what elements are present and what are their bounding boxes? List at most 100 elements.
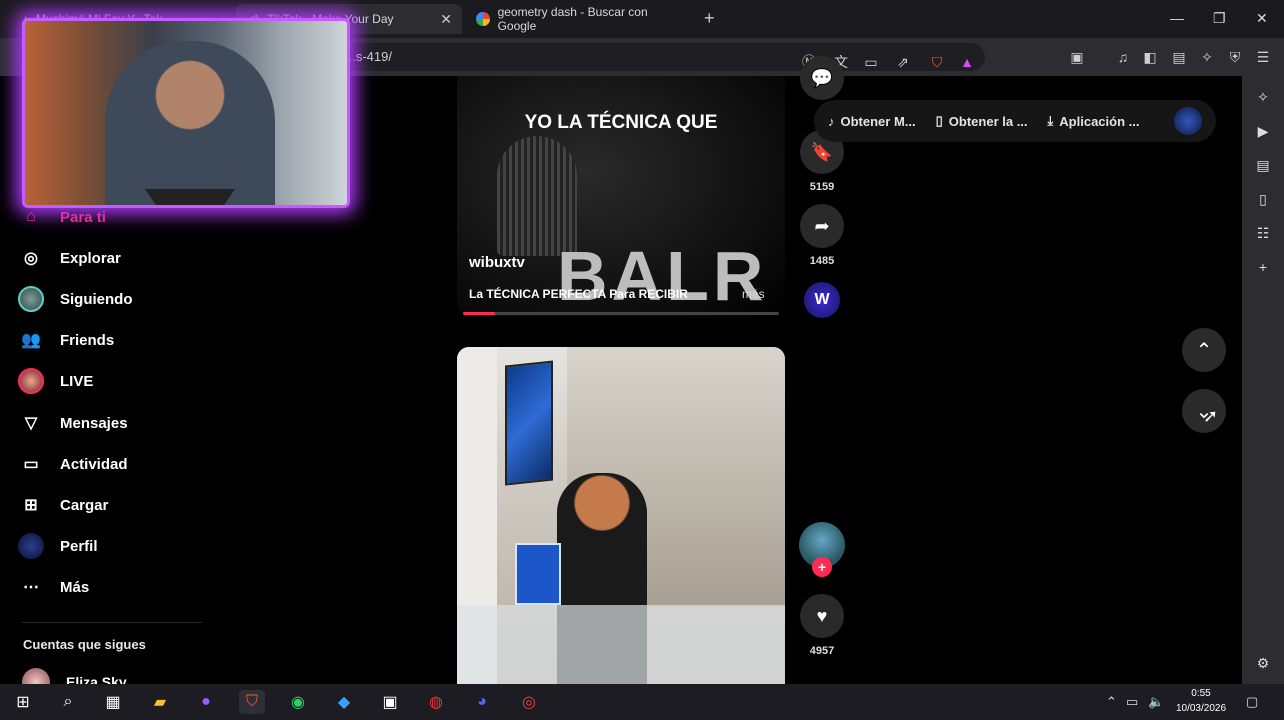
sidebar-item-siguiendo[interactable]: Siguiendo — [18, 284, 133, 314]
sidebar-item-cargar[interactable]: ⊞ Cargar — [18, 490, 108, 520]
leo-ai-icon[interactable]: ✧ — [1254, 88, 1272, 106]
close-tab-icon[interactable]: ✕ — [440, 11, 452, 28]
send-icon: ▽ — [24, 415, 38, 432]
obs-icon[interactable]: ◍ — [423, 690, 449, 714]
wallet-icon[interactable]: ▤ — [1254, 156, 1272, 174]
button-label: Obtener la ... — [948, 113, 1028, 129]
comment-button[interactable]: 💬 — [800, 56, 844, 100]
heart-icon: ♥ — [816, 605, 828, 626]
avatar-letter: W — [814, 291, 830, 308]
share-button[interactable]: ➦ — [800, 204, 844, 248]
minimize-button[interactable]: — — [1170, 10, 1184, 26]
discord-icon[interactable]: ◕ — [469, 690, 495, 714]
get-tiktok-button[interactable]: ♪ Obtener M... — [828, 114, 916, 129]
sidebar-item-label: Para ti — [60, 208, 106, 226]
chat-app-icon[interactable]: ● — [193, 690, 219, 714]
maximize-button[interactable]: ❐ — [1213, 10, 1226, 27]
share-icon[interactable]: ⇗ — [894, 53, 912, 71]
whatsapp-icon[interactable]: ◉ — [285, 690, 311, 714]
sidebar-item-label: Mensajes — [60, 414, 128, 432]
clock-date: 10/03/2026 — [1175, 703, 1227, 714]
sidebar-item-label: Perfil — [60, 537, 98, 555]
video-username[interactable]: wibuxtv — [469, 254, 525, 271]
notifications-icon[interactable]: ▢ — [1246, 694, 1258, 710]
leo-icon[interactable]: ✧ — [1198, 48, 1216, 66]
volume-icon[interactable]: 🔈 — [1148, 694, 1164, 710]
video-icon[interactable]: ▶ — [1254, 122, 1272, 140]
sidebar-item-friends[interactable]: 👥 Friends — [18, 325, 114, 355]
reading-list-icon[interactable]: ☷ — [1254, 224, 1272, 242]
google-icon — [476, 12, 490, 26]
progress-fill — [463, 312, 495, 315]
add-icon[interactable]: + — [1254, 258, 1272, 276]
browser-sidebar: ✧ ▶ ▤ ▯ ☷ + ⚙ — [1242, 76, 1284, 684]
sidebar-item-label: Cargar — [60, 496, 109, 514]
webcam-frame-ornament — [145, 189, 235, 205]
tab-google[interactable]: geometry dash - Buscar con Google — [466, 4, 694, 34]
cast-icon[interactable]: ▭ — [862, 53, 880, 71]
download-app-button[interactable]: ⤓ Aplicación ... — [1048, 113, 1140, 129]
sidebar-item-explorar[interactable]: ◎ Explorar — [18, 243, 121, 273]
activity-icon: ▭ — [23, 456, 39, 473]
music-icon[interactable]: ♫ — [1114, 48, 1132, 66]
new-tab-button[interactable]: + — [704, 8, 715, 29]
brave-browser-icon[interactable]: ⛉ — [239, 690, 265, 714]
blue-gift-bag — [515, 543, 561, 605]
more-link[interactable]: más — [742, 287, 765, 301]
friends-icon: 👥 — [21, 332, 41, 349]
rewards-icon[interactable]: ▲ — [958, 53, 976, 71]
sidebar-item-label: Friends — [60, 331, 115, 349]
video-progress-bar[interactable] — [463, 312, 779, 315]
like-button[interactable]: ♥ — [800, 594, 844, 638]
sidebar-item-live[interactable]: LIVE — [18, 366, 93, 396]
compass-icon: ◎ — [24, 250, 38, 267]
streamer-webcam-overlay — [22, 18, 350, 208]
reader-icon[interactable]: ▣ — [1068, 48, 1086, 66]
button-label: Obtener M... — [840, 113, 916, 129]
task-view-icon[interactable]: ▦ — [100, 690, 126, 714]
share-count: 1485 — [809, 255, 835, 267]
app-diamond-icon[interactable]: ◆ — [331, 690, 357, 714]
sidebar-divider — [22, 622, 202, 623]
search-icon[interactable]: ⌕ — [55, 690, 81, 714]
like-count: 4957 — [809, 645, 835, 657]
follow-plus-button[interactable]: + — [812, 557, 832, 577]
user-avatar[interactable] — [1174, 107, 1202, 135]
video-description: La TÉCNICA PERFECTA Para RECIBIR — [469, 287, 688, 301]
tray-chevron-icon[interactable]: ⌃ — [1106, 694, 1117, 710]
sidebar-item-mas[interactable]: ⋯ Más — [18, 572, 89, 602]
menu-icon[interactable]: ☰ — [1254, 48, 1272, 66]
video-card-1[interactable]: BALR YO LA TÉCNICA QUE wibuxtv La TÉCNIC… — [457, 76, 785, 316]
app-window-icon[interactable]: ▣ — [377, 690, 403, 714]
taskbar-clock[interactable]: 0:55 10/03/2026 — [1170, 686, 1232, 716]
chrome-icon[interactable]: ◎ — [516, 690, 542, 714]
sidebar-item-mensajes[interactable]: ▽ Mensajes — [18, 408, 128, 438]
creator-avatar[interactable]: W — [804, 282, 840, 318]
sidebar-item-label: Más — [60, 578, 90, 596]
video-card-2[interactable] — [457, 347, 785, 687]
network-icon[interactable]: ▭ — [1126, 694, 1138, 710]
bookmark-count: 5159 — [809, 181, 835, 193]
download-icon: ⤓ — [1047, 113, 1054, 128]
vpn-icon[interactable]: ⛨ — [1226, 48, 1244, 66]
bookmark-icon: 🔖 — [810, 141, 834, 162]
close-window-button[interactable]: ✕ — [1256, 10, 1268, 27]
glass-counter — [457, 605, 785, 687]
sidebar-item-actividad[interactable]: ▭ Actividad — [18, 449, 127, 479]
wallet-icon[interactable]: ▤ — [1170, 48, 1188, 66]
settings-gear-icon[interactable]: ⚙ — [1254, 654, 1272, 672]
brave-shield-icon[interactable]: ⛉ — [928, 53, 946, 71]
comment-icon: 💬 — [810, 67, 834, 88]
previous-video-button[interactable]: ⌃ — [1182, 328, 1226, 372]
tiktok-icon: ♪ — [828, 113, 835, 129]
get-app-button[interactable]: ▯ Obtener la ... — [936, 113, 1028, 129]
windows-start-icon[interactable]: ⊞ — [10, 690, 36, 714]
clock-time: 0:55 — [1191, 688, 1211, 699]
share-icon: ➦ — [814, 215, 830, 236]
sidebar-toggle-icon[interactable]: ◧ — [1141, 48, 1159, 66]
file-explorer-icon[interactable]: ▰ — [147, 690, 173, 714]
bookmarks-icon[interactable]: ▯ — [1254, 190, 1272, 208]
url-text: ...s-419/ — [345, 49, 392, 64]
sidebar-item-perfil[interactable]: Perfil — [18, 531, 98, 561]
sidebar-item-label: LIVE — [60, 372, 94, 390]
